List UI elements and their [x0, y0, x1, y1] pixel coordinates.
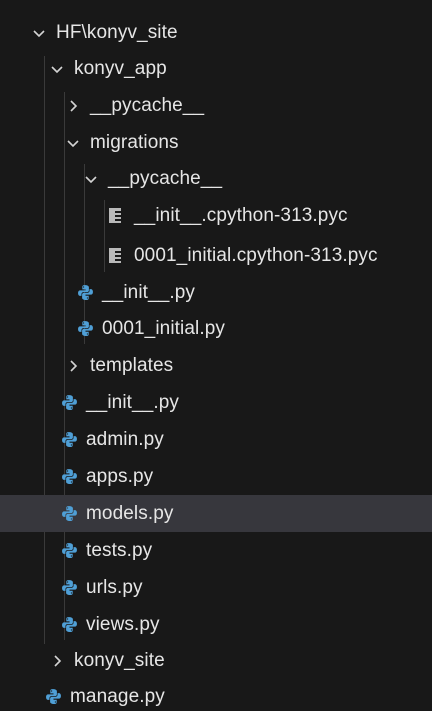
tree-file-admin-py[interactable]: admin.py	[0, 421, 432, 458]
python-icon	[60, 579, 78, 597]
tree-file-views-py[interactable]: views.py	[0, 606, 432, 643]
chevron-right-icon[interactable]	[48, 652, 66, 670]
tree-file-initial-pyc[interactable]: 0001_initial.cpython-313.pyc	[0, 237, 432, 274]
chevron-down-icon[interactable]	[64, 134, 82, 152]
tree-item-label: __init__.cpython-313.pyc	[134, 205, 348, 226]
tree-item-label: 0001_initial.cpython-313.pyc	[134, 245, 378, 266]
tree-item-label: apps.py	[86, 466, 154, 487]
tree-item-label: templates	[90, 355, 174, 376]
chevron-down-icon[interactable]	[82, 170, 100, 188]
tree-file-models-py[interactable]: models.py	[0, 495, 432, 532]
tree-item-label: __init__.py	[102, 282, 196, 303]
file-explorer: HF\konyv_site konyv_app __pycache__ migr…	[0, 0, 432, 711]
python-icon	[76, 320, 94, 338]
tree-item-label: konyv_app	[74, 58, 167, 79]
chevron-right-icon[interactable]	[64, 97, 82, 115]
tree-item-label: HF\konyv_site	[56, 22, 178, 43]
tree-folder-templates[interactable]: templates	[0, 347, 432, 384]
tree-folder-migrations[interactable]: migrations	[0, 124, 432, 161]
python-icon	[60, 394, 78, 412]
binary-file-icon	[108, 208, 122, 224]
python-icon	[60, 542, 78, 560]
python-icon	[60, 468, 78, 486]
binary-file-icon	[108, 248, 122, 264]
tree-file-tests-py[interactable]: tests.py	[0, 532, 432, 569]
python-icon	[60, 431, 78, 449]
chevron-right-icon[interactable]	[64, 357, 82, 375]
tree-file-init-py[interactable]: __init__.py	[0, 384, 432, 421]
tree-folder-migrations-pycache[interactable]: __pycache__	[0, 160, 432, 197]
python-icon	[44, 688, 62, 706]
tree-file-migrations-init-py[interactable]: __init__.py	[0, 274, 432, 311]
chevron-down-icon[interactable]	[30, 24, 48, 42]
tree-item-label: views.py	[86, 614, 160, 635]
tree-item-label: 0001_initial.py	[102, 318, 225, 339]
tree-file-apps-py[interactable]: apps.py	[0, 458, 432, 495]
tree-root-konyv-site[interactable]: HF\konyv_site	[0, 14, 432, 51]
tree-file-manage-py[interactable]: manage.py	[0, 678, 432, 711]
tree-folder-konyv-app[interactable]: konyv_app	[0, 50, 432, 87]
tree-folder-pycache[interactable]: __pycache__	[0, 87, 432, 124]
tree-file-urls-py[interactable]: urls.py	[0, 569, 432, 606]
tree-item-label: admin.py	[86, 429, 164, 450]
chevron-down-icon[interactable]	[48, 60, 66, 78]
tree-item-label: konyv_site	[74, 650, 165, 671]
tree-item-label: __pycache__	[90, 95, 205, 116]
tree-item-label: __pycache__	[108, 168, 223, 189]
tree-item-label: tests.py	[86, 540, 153, 561]
tree-file-init-pyc[interactable]: __init__.cpython-313.pyc	[0, 197, 432, 234]
tree-file-initial-py[interactable]: 0001_initial.py	[0, 310, 432, 347]
tree-item-label: migrations	[90, 132, 179, 153]
tree-item-label: __init__.py	[86, 392, 180, 413]
tree-folder-konyv-site[interactable]: konyv_site	[0, 642, 432, 679]
tree-item-label: models.py	[86, 503, 174, 524]
python-icon	[60, 616, 78, 634]
tree-item-label: urls.py	[86, 577, 143, 598]
tree-item-label: manage.py	[70, 686, 165, 707]
python-icon	[60, 505, 78, 523]
python-icon	[76, 284, 94, 302]
